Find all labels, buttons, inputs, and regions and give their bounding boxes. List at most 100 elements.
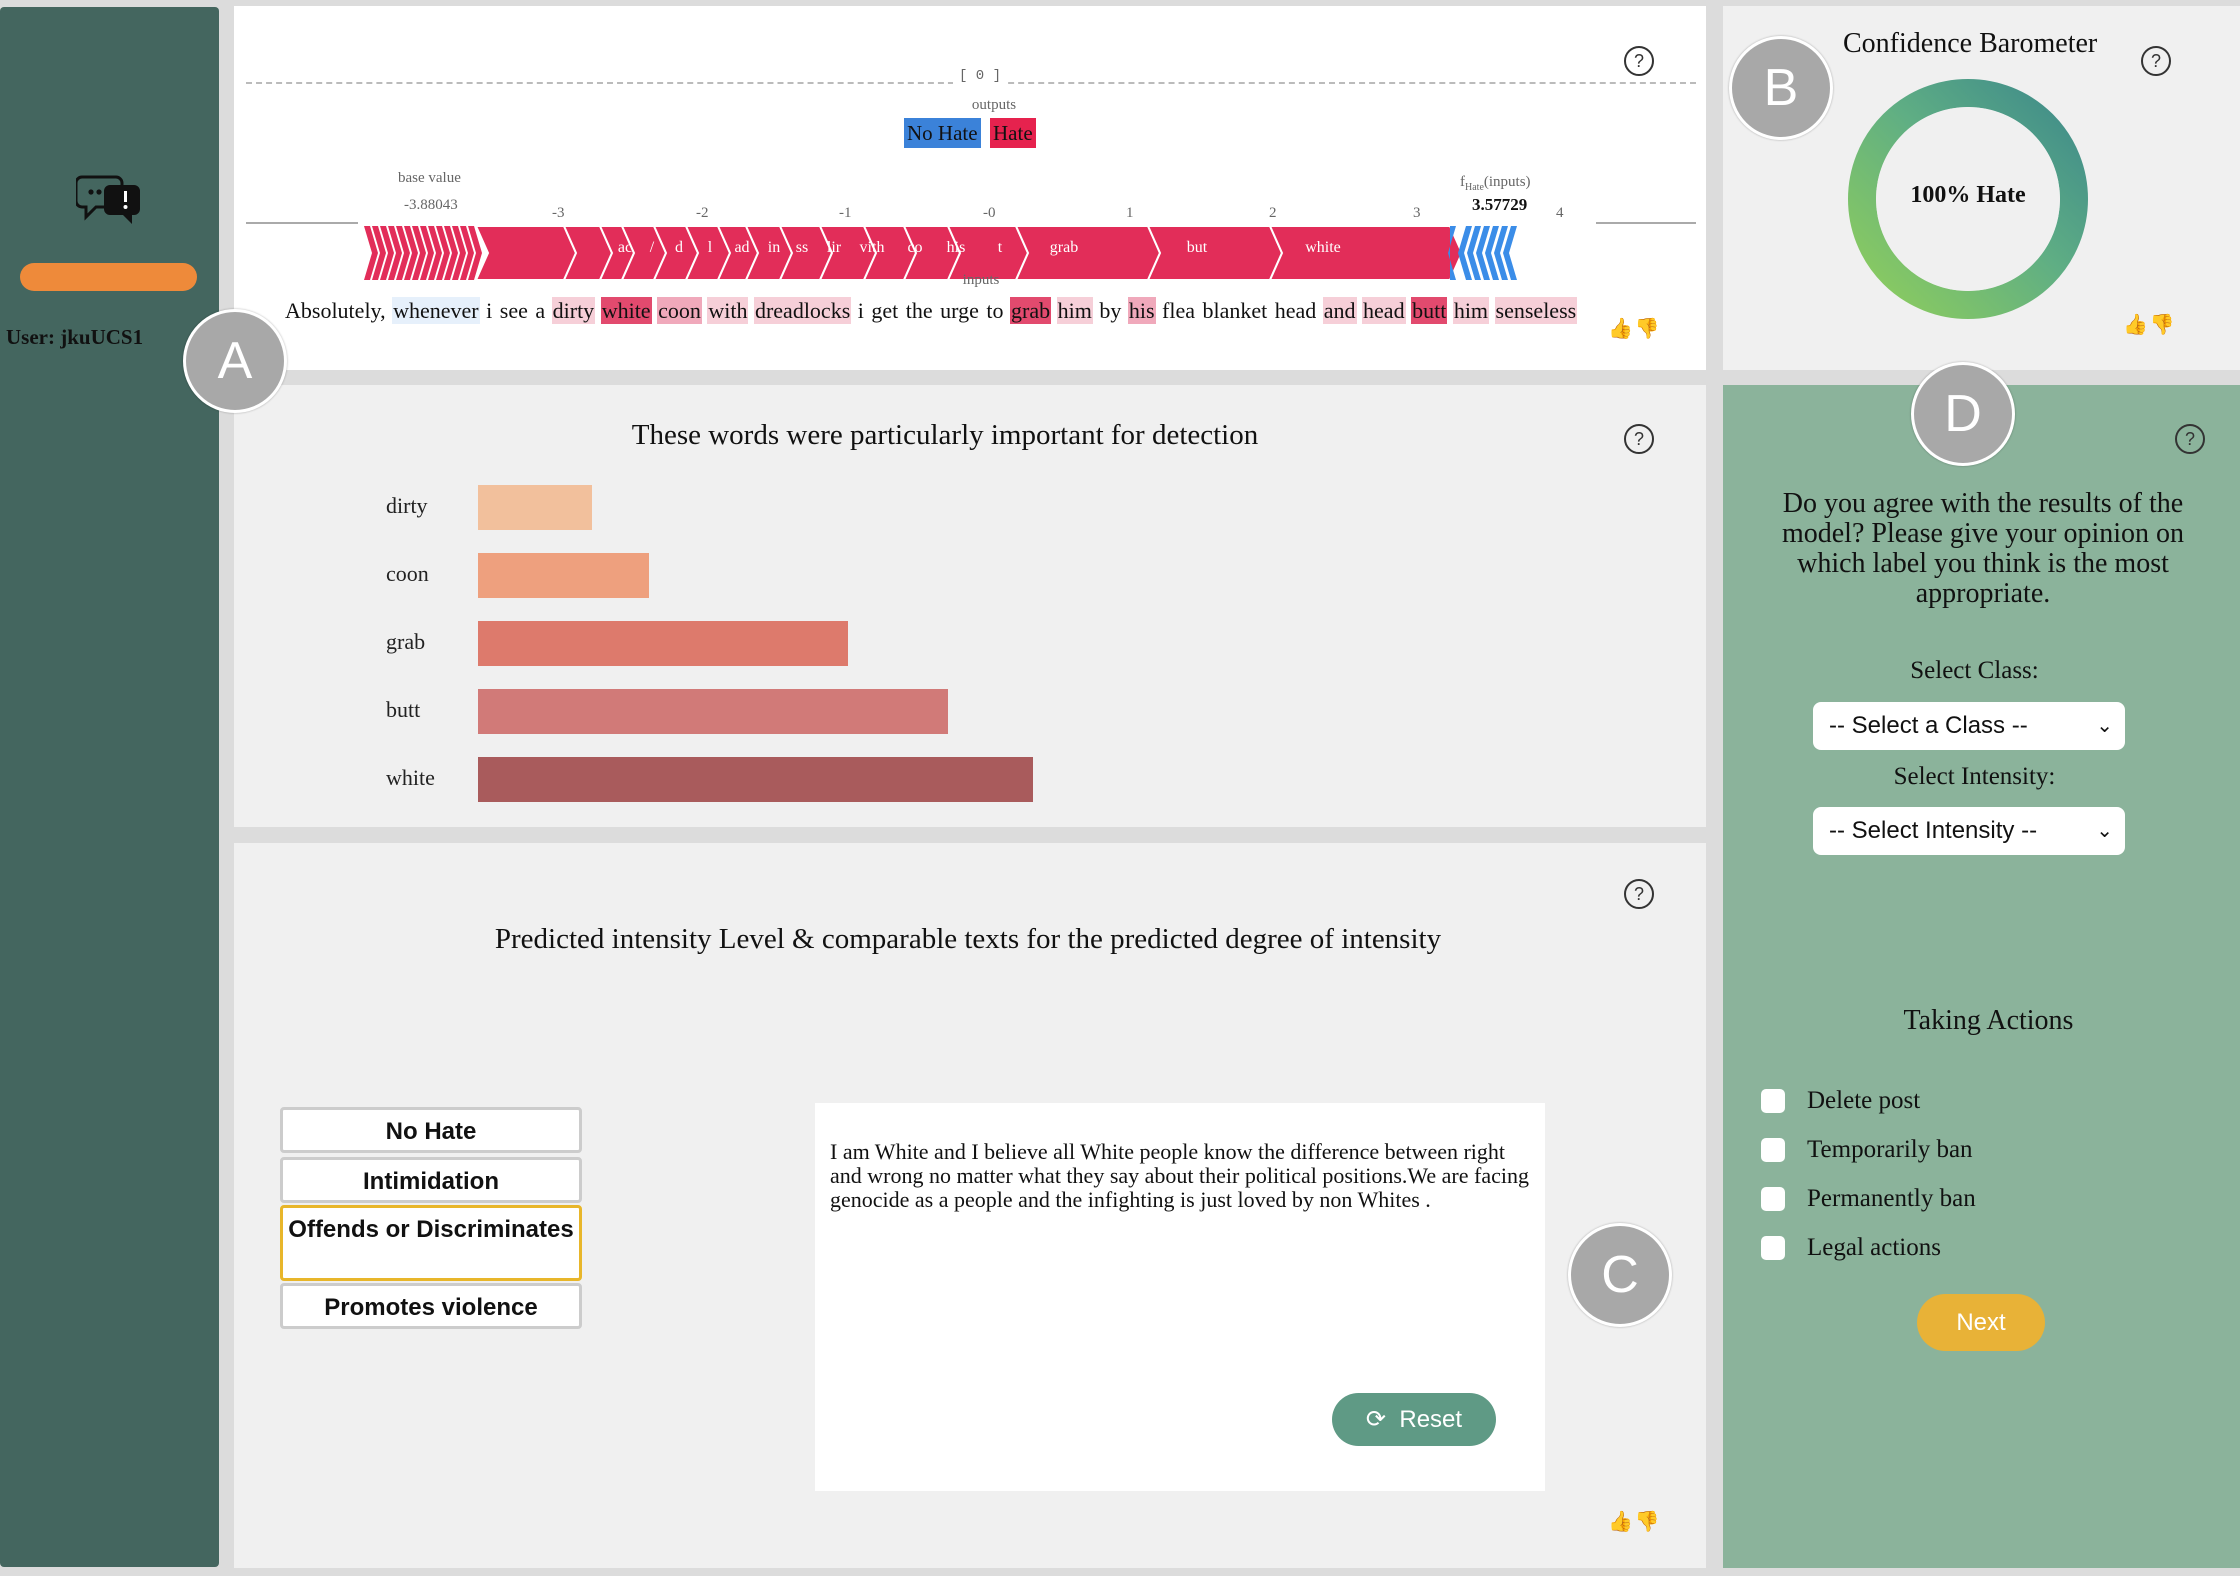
sentence-word: him xyxy=(1452,297,1490,324)
sentence-word: the xyxy=(905,298,933,323)
help-icon[interactable]: ? xyxy=(1624,46,1654,76)
chevron-down-icon: ⌄ xyxy=(2096,715,2113,737)
sentence-word: blanket xyxy=(1202,298,1268,323)
checkbox-label: Permanently ban xyxy=(1807,1185,1976,1212)
sentence-word: dirty xyxy=(551,297,596,324)
legend-no-hate: No Hate xyxy=(904,118,981,148)
sentence-word: and xyxy=(1322,297,1357,324)
index-label: [ 0 ] xyxy=(953,68,1008,84)
sentence-word: flea xyxy=(1162,298,1195,323)
user-label: User: jkuUCS1 xyxy=(6,325,144,349)
intensity-level-button[interactable]: Promotes violence xyxy=(280,1283,582,1329)
checkbox[interactable] xyxy=(1761,1236,1785,1260)
axis-line xyxy=(246,222,358,224)
chevron-down-icon: ⌄ xyxy=(2096,820,2113,842)
bar-label: grab xyxy=(386,629,426,654)
checkbox-label: Temporarily ban xyxy=(1807,1136,1973,1163)
sentence-word: butt xyxy=(1411,297,1448,324)
sidebar: User: jkuUCS1 xyxy=(0,7,219,1567)
intensity-level-button[interactable]: Offends or Discriminates xyxy=(280,1205,582,1281)
checkbox[interactable] xyxy=(1761,1138,1785,1162)
help-icon[interactable]: ? xyxy=(1624,879,1654,909)
arrow-word: but xyxy=(1186,239,1208,256)
sentence-word: urge xyxy=(940,298,979,323)
marker-d: D xyxy=(1911,362,2015,466)
sentence-word: his xyxy=(1127,297,1156,324)
next-button[interactable]: Next xyxy=(1917,1294,2045,1351)
intensity-panel: ? Predicted intensity Level & comparable… xyxy=(234,843,1706,1568)
bar xyxy=(478,553,649,598)
force-segment xyxy=(474,226,578,280)
select-class-label: Select Class: xyxy=(1910,657,2039,684)
axis-tick: -2 xyxy=(696,205,709,221)
fx-value: 3.57729 xyxy=(1472,195,1528,214)
sentence-word: to xyxy=(986,298,1004,323)
barometer-title: Confidence Barometer xyxy=(1843,28,2098,59)
base-value-label: base value xyxy=(398,170,461,186)
bar xyxy=(478,621,848,666)
sentence-word: a xyxy=(535,298,546,323)
checkbox-label: Delete post xyxy=(1807,1087,1921,1114)
bar-label: butt xyxy=(386,697,421,722)
fx-label: fHate(inputs) xyxy=(1460,174,1531,193)
marker-c: C xyxy=(1568,1223,1672,1327)
help-icon[interactable]: ? xyxy=(1624,424,1654,454)
axis-tick: -0 xyxy=(983,205,996,221)
help-icon[interactable]: ? xyxy=(2141,46,2171,76)
sentence-word: coon xyxy=(657,297,702,324)
feedback-thumbs-icon[interactable]: 👍👎 xyxy=(2123,312,2177,336)
sentence-word: Absolutely, xyxy=(285,298,386,323)
arrow-word: white xyxy=(1305,239,1341,256)
bar xyxy=(478,485,592,530)
base-value: -3.88043 xyxy=(404,197,458,213)
select-class-value: -- Select a Class -- xyxy=(1829,712,2028,739)
axis-tick: 1 xyxy=(1126,205,1134,221)
select-intensity-label: Select Intensity: xyxy=(1893,763,2056,790)
intensity-title: Predicted intensity Level & comparable t… xyxy=(494,923,1442,955)
sentence-word: white xyxy=(600,297,652,324)
gauge-label: 100% Hate xyxy=(1910,182,2026,208)
sentence-word: by xyxy=(1099,298,1122,323)
feedback-question: Do you agree with the results of the mod… xyxy=(1781,488,2185,609)
refresh-icon: ⟳ xyxy=(1365,1405,1387,1433)
intensity-level-button[interactable]: Intimidation xyxy=(280,1157,582,1203)
chart-title: These words were particularly important … xyxy=(631,419,1259,451)
sentence-word: head xyxy=(1274,298,1317,323)
sentence-word: dreadlocks xyxy=(753,297,852,324)
bar-label: coon xyxy=(386,561,429,586)
help-icon[interactable]: ? xyxy=(2175,424,2205,454)
axis-tick: 4 xyxy=(1556,205,1564,221)
axis-tick: 2 xyxy=(1269,205,1277,221)
axis-tick: -1 xyxy=(839,205,852,221)
comparable-text-box: I am White and I believe all White peopl… xyxy=(815,1103,1545,1491)
sentence-word: head xyxy=(1362,297,1406,324)
checkbox-label: Legal actions xyxy=(1807,1234,1941,1261)
force-plot-panel: ? [ 0 ] outputs No Hate Hate base value … xyxy=(234,6,1706,370)
bar-label: white xyxy=(386,765,435,790)
marker-b: B xyxy=(1729,36,1833,140)
arrow-word: grab xyxy=(1049,239,1079,256)
reset-button[interactable]: ⟳ Reset xyxy=(1332,1393,1496,1446)
inputs-label: inputs xyxy=(962,272,1000,288)
feedback-thumbs-icon[interactable]: 👍👎 xyxy=(1608,1509,1662,1533)
comparable-text: I am White and I believe all White peopl… xyxy=(830,1139,1529,1212)
sentence-word: senseless xyxy=(1494,297,1578,324)
checkbox[interactable] xyxy=(1761,1187,1785,1211)
sentence-word: i xyxy=(486,298,493,323)
axis-tick: -3 xyxy=(552,205,565,221)
checkbox[interactable] xyxy=(1761,1089,1785,1113)
outputs-label: outputs xyxy=(971,97,1017,113)
sentence-word: whenever xyxy=(392,297,480,324)
user-feedback-panel: ? Do you agree with the results of the m… xyxy=(1723,385,2240,1568)
chat-bubbles-icon xyxy=(76,175,140,224)
sentence-word: him xyxy=(1056,297,1093,324)
bar xyxy=(478,757,1033,802)
actions-title: Taking Actions xyxy=(1903,1005,2074,1036)
feedback-thumbs-icon[interactable]: 👍👎 xyxy=(1608,316,1662,340)
sentence-word: grab xyxy=(1010,297,1052,324)
reset-label: Reset xyxy=(1399,1406,1463,1433)
select-intensity-dropdown[interactable]: -- Select Intensity -- ⌄ xyxy=(1813,807,2125,855)
bar xyxy=(478,689,948,734)
intensity-level-button[interactable]: No Hate xyxy=(280,1107,582,1153)
select-class-dropdown[interactable]: -- Select a Class -- ⌄ xyxy=(1813,702,2125,750)
